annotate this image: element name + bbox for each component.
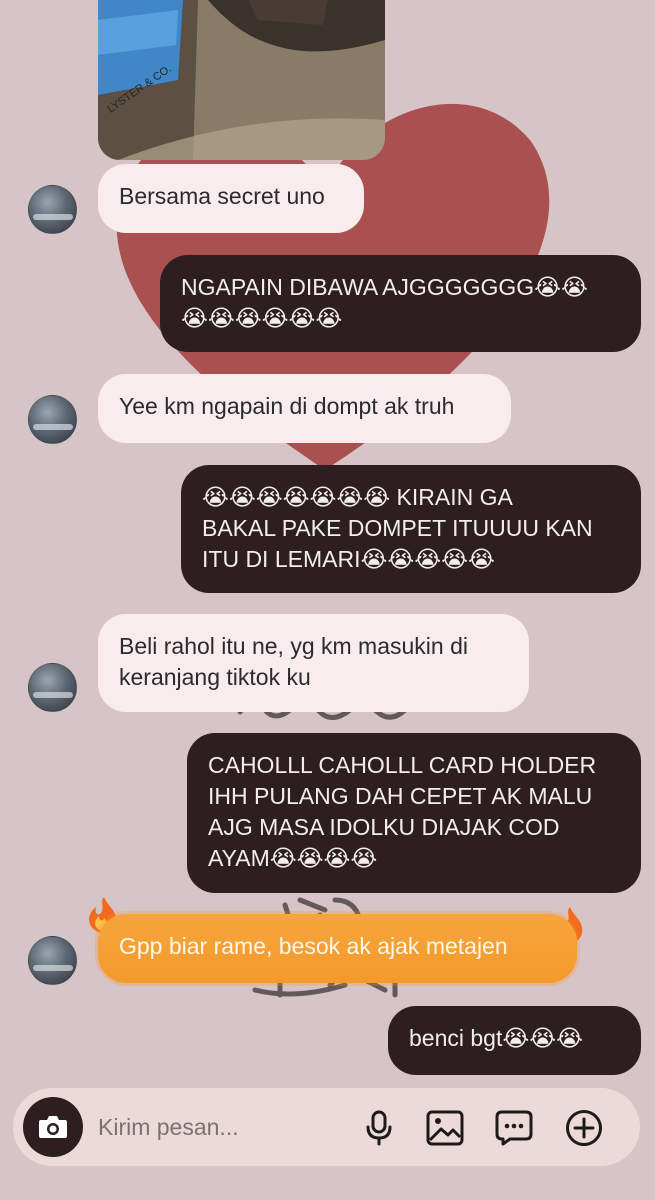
contact-avatar[interactable]: [28, 395, 77, 444]
message-composer: [13, 1088, 640, 1166]
message-bubble-outgoing[interactable]: benci bgt😭😭😭: [388, 1006, 641, 1075]
message-bubble-incoming-fire[interactable]: Gpp biar rame, besok ak ajak metajen: [98, 914, 577, 983]
contact-avatar[interactable]: [28, 663, 77, 712]
message-bubble-incoming[interactable]: Beli rahol itu ne, yg km masukin di kera…: [98, 614, 529, 712]
microphone-icon: [366, 1110, 392, 1146]
wallet-photo-image: LYSTER & CO.: [98, 0, 385, 160]
gallery-button[interactable]: [425, 1108, 465, 1148]
message-bubble-outgoing[interactable]: 😭😭😭😭😭😭😭 KIRAIN GA BAKAL PAKE DOMPET ITUU…: [181, 465, 641, 593]
microphone-button[interactable]: [359, 1108, 399, 1148]
plus-icon: [566, 1110, 602, 1146]
message-bubble-outgoing[interactable]: NGAPAIN DIBAWA AJGGGGGGG😭😭 😭😭😭😭😭😭: [160, 255, 641, 352]
sticker-button[interactable]: [494, 1108, 534, 1148]
add-button[interactable]: [564, 1108, 604, 1148]
image-icon: [426, 1110, 464, 1146]
message-bubble-outgoing[interactable]: CAHOLLL CAHOLLL CARD HOLDER IHH PULANG D…: [187, 733, 641, 893]
message-bubble-incoming[interactable]: Bersama secret uno: [98, 164, 364, 233]
message-input[interactable]: [98, 1110, 328, 1144]
camera-button[interactable]: [23, 1097, 83, 1157]
camera-icon: [39, 1116, 67, 1138]
sticker-icon: [495, 1110, 533, 1146]
shared-photo[interactable]: LYSTER & CO.: [98, 0, 385, 160]
contact-avatar[interactable]: [28, 936, 77, 985]
message-bubble-incoming[interactable]: Yee km ngapain di dompt ak truh: [98, 374, 511, 443]
contact-avatar[interactable]: [28, 185, 77, 234]
